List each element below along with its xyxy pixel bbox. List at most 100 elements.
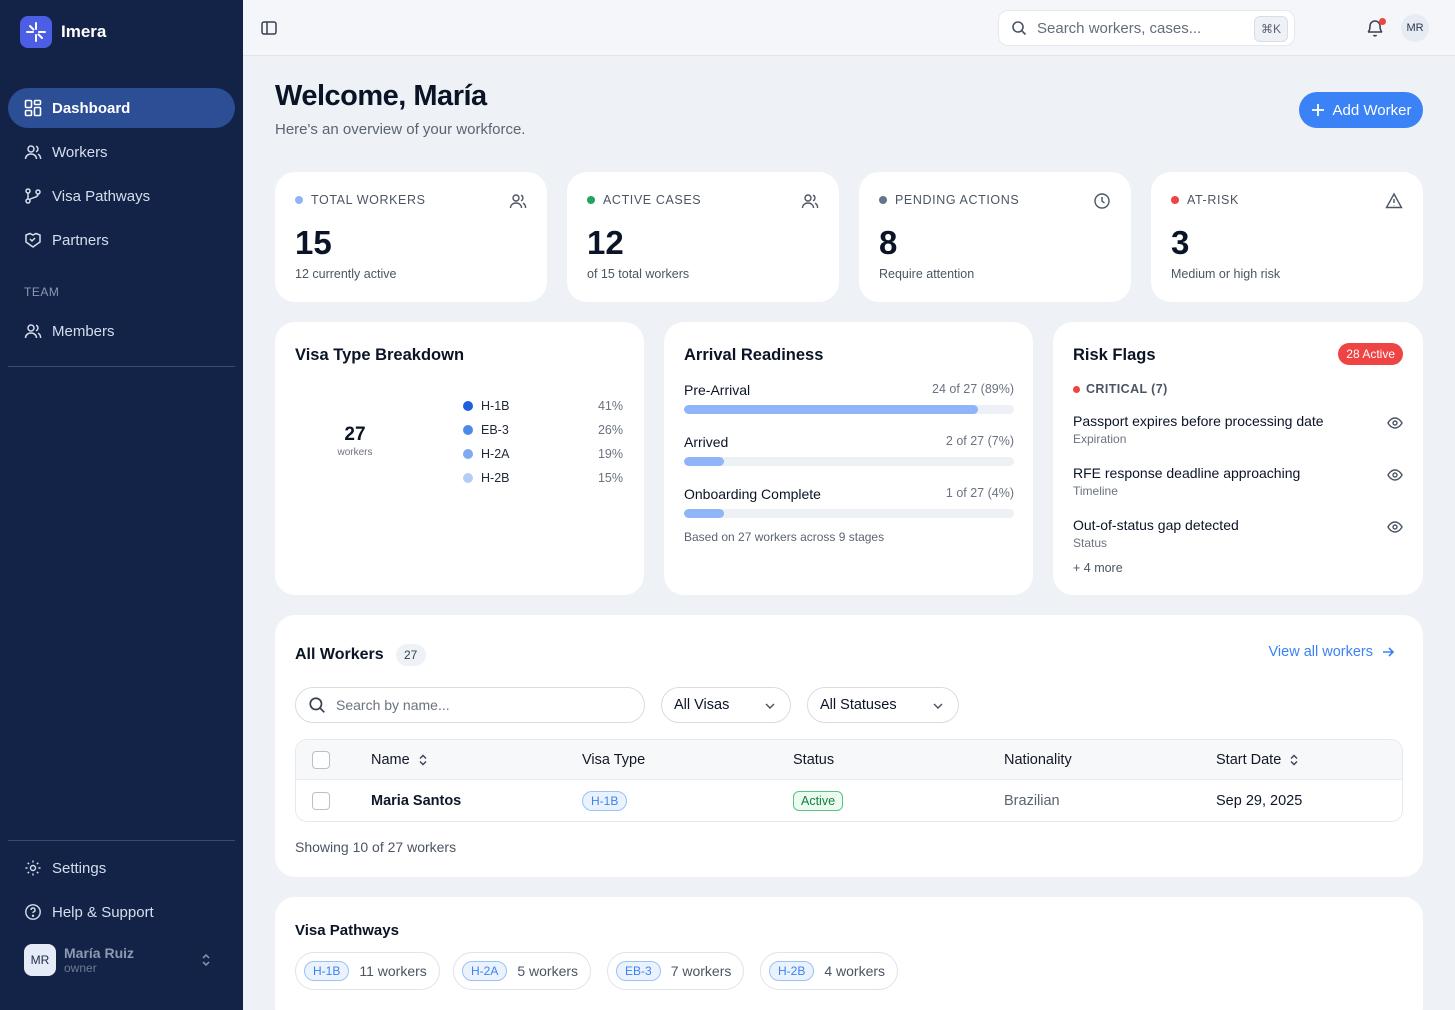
users-icon	[24, 145, 42, 160]
chevron-down-icon	[933, 703, 943, 710]
brand[interactable]: Imera	[20, 16, 106, 48]
stat-label: TOTAL WORKERS	[311, 193, 426, 207]
sidebar-item-settings[interactable]: Settings	[8, 848, 235, 888]
column-header-nationality: Nationality	[1004, 740, 1072, 779]
pathway-chip[interactable]: H-2A 5 workers	[453, 952, 592, 990]
eye-icon[interactable]	[1387, 415, 1403, 431]
visa-filter-select[interactable]: All Visas	[661, 687, 791, 723]
risk-flag-item[interactable]: Out-of-status gap detected Status	[1073, 517, 1403, 550]
pathway-chip[interactable]: H-1B 11 workers	[295, 952, 440, 990]
table-row[interactable]: Maria Santos H-1B Active Brazilian Sep 2…	[296, 780, 1402, 821]
sidebar-item-label: Settings	[52, 859, 107, 877]
pathway-count: 5 workers	[517, 963, 579, 979]
legend-name: EB-3	[481, 423, 509, 437]
legend-pct: 19%	[597, 447, 623, 461]
worker-name[interactable]: Maria Santos	[371, 780, 461, 821]
legend-item: EB-3 26%	[463, 422, 623, 438]
legend-swatch	[463, 401, 473, 411]
avatar[interactable]: MR	[1401, 14, 1429, 42]
progress-track	[684, 405, 1014, 414]
stat-label: AT-RISK	[1187, 193, 1239, 207]
stat-value: 12	[587, 224, 624, 261]
visa-tag: EB-3	[616, 961, 661, 981]
sidebar-item-members[interactable]: Members	[8, 311, 235, 351]
visa-cell: H-1B	[582, 780, 628, 821]
count-badge: 27	[395, 644, 426, 666]
worker-search[interactable]	[295, 687, 645, 723]
arrow-right-icon	[1383, 647, 1395, 657]
sidebar-toggle-icon[interactable]	[260, 19, 278, 37]
progress-count: 2 of 27 (7%)	[945, 434, 1014, 448]
section-title: Visa Pathways	[295, 922, 399, 939]
critical-text: CRITICAL (7)	[1086, 382, 1168, 396]
progress-track	[684, 457, 1014, 466]
pagination-summary: Showing 10 of 27 workers	[295, 839, 457, 855]
risk-flag-item[interactable]: Passport expires before processing date …	[1073, 413, 1403, 446]
sidebar-item-dashboard[interactable]: Dashboard	[8, 88, 235, 128]
legend-pct: 26%	[597, 423, 623, 437]
risk-flag-item[interactable]: RFE response deadline approaching Timeli…	[1073, 465, 1403, 498]
all-workers-card: All Workers 27 View all workers All Visa…	[275, 615, 1423, 877]
flag-category: Timeline	[1073, 484, 1118, 498]
view-all-workers-link[interactable]: View all workers	[1269, 644, 1396, 660]
card-title: Visa Type Breakdown	[295, 346, 465, 364]
stat-sub: Require attention	[879, 267, 975, 281]
pathway-chip[interactable]: EB-3 7 workers	[607, 952, 745, 990]
column-header-start-date[interactable]: Start Date	[1216, 740, 1299, 779]
sidebar-item-workers[interactable]: Workers	[8, 132, 235, 172]
legend-name: H-2B	[481, 471, 510, 485]
stat-value: 15	[295, 224, 332, 261]
visa-pathways-card: Visa Pathways H-1B 11 workers H-2A 5 worke…	[275, 897, 1423, 1010]
stat-card-active-cases: ACTIVE CASES 12 of 15 total workers	[567, 172, 839, 302]
pathway-count: 4 workers	[824, 963, 886, 979]
visa-breakdown-card: Visa Type Breakdown 27 workers H-1B 41% E…	[275, 322, 644, 595]
sidebar-item-help[interactable]: Help & Support	[8, 892, 235, 932]
clock-icon	[1094, 193, 1110, 209]
status-dot	[1073, 385, 1080, 393]
legend-swatch	[463, 449, 473, 459]
progress-row: Pre-Arrival 24 of 27 (89%)	[684, 382, 1014, 414]
progress-row: Onboarding Complete 1 of 27 (4%)	[684, 486, 1014, 518]
status-filter-select[interactable]: All Statuses	[807, 687, 959, 723]
worker-search-input[interactable]	[336, 697, 626, 713]
pathway-chip[interactable]: H-2B 4 workers	[760, 952, 899, 990]
user-menu[interactable]: MR María Ruiz owner	[24, 944, 224, 976]
sidebar-divider	[8, 366, 235, 367]
select-all-checkbox[interactable]	[312, 750, 330, 769]
add-worker-button[interactable]: Add Worker	[1299, 92, 1423, 128]
start-date-cell: Sep 29, 2025	[1216, 792, 1303, 809]
dashboard-icon	[24, 99, 42, 117]
donut-label: workers	[337, 447, 373, 458]
sort-icon	[1290, 754, 1298, 765]
progress-label: Onboarding Complete	[684, 486, 821, 502]
flag-category: Expiration	[1073, 432, 1127, 446]
sidebar-item-label: Dashboard	[52, 99, 131, 117]
sidebar-item-partners[interactable]: Partners	[8, 220, 235, 260]
add-worker-label: Add Worker	[1332, 101, 1412, 119]
handshake-icon	[25, 232, 41, 248]
users-icon	[801, 194, 819, 209]
sidebar-item-visa-pathways[interactable]: Visa Pathways	[8, 176, 235, 216]
visa-tag: H-1B	[582, 790, 628, 811]
sidebar-item-label: Visa Pathways	[52, 187, 151, 205]
visa-tag: H-2A	[462, 961, 508, 981]
flag-title: Passport expires before processing date	[1073, 413, 1324, 429]
all-workers-title: All Workers 27	[295, 644, 426, 666]
more-flags-link[interactable]: + 4 more	[1073, 561, 1123, 575]
sidebar-item-label: Workers	[52, 143, 108, 161]
eye-icon[interactable]	[1387, 467, 1403, 483]
global-search[interactable]: ⌘K	[998, 10, 1295, 46]
eye-icon[interactable]	[1387, 519, 1403, 535]
column-header-name[interactable]: Name	[371, 740, 428, 779]
sidebar: Imera Dashboard Workers Visa Pathways Pa…	[0, 0, 243, 1010]
card-title: Arrival Readiness	[684, 346, 824, 364]
global-search-input[interactable]	[1037, 19, 1247, 37]
stat-card-at-risk: AT-RISK 3 Medium or high risk	[1151, 172, 1423, 302]
progress-count: 24 of 27 (89%)	[932, 382, 1014, 396]
column-label: Visa Type	[582, 751, 646, 768]
row-checkbox[interactable]	[312, 791, 330, 810]
stat-sub: 12 currently active	[295, 267, 397, 281]
brand-name: Imera	[61, 22, 107, 41]
topbar: ⌘K MR	[243, 0, 1455, 56]
donut-center: 27 workers	[315, 424, 395, 458]
